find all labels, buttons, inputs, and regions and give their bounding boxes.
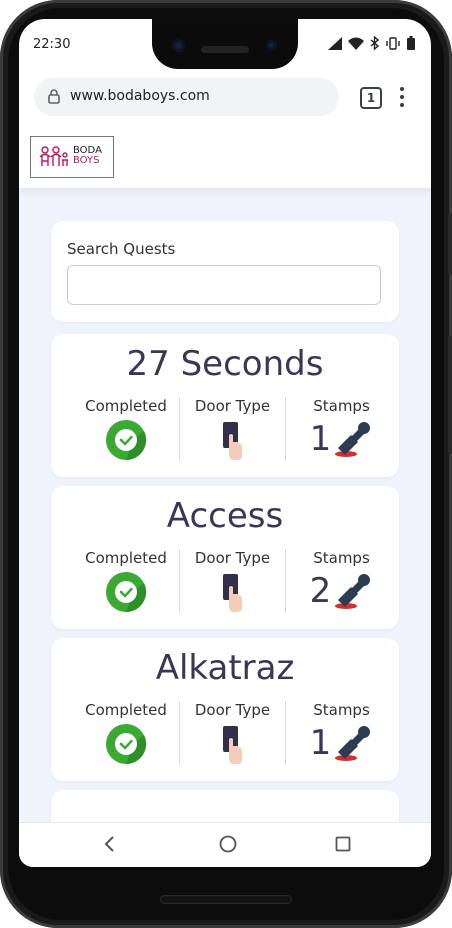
vibrate-icon xyxy=(386,36,400,50)
screen: 22:30 www.bodaboys.com 1 BODA BOYS Searc… xyxy=(19,19,431,867)
recents-icon[interactable] xyxy=(335,835,351,853)
bluetooth-icon xyxy=(370,36,379,50)
search-label: Search Quests xyxy=(67,240,176,258)
stamp-icon xyxy=(335,726,371,761)
stamps-row: 1 xyxy=(284,419,399,459)
completed-check-icon xyxy=(106,724,147,765)
completed-check-icon xyxy=(106,572,147,613)
stamps-column: Stamps 1 xyxy=(284,397,399,461)
quest-card[interactable]: Access Completed Door Type Stamps 2 xyxy=(51,486,399,629)
stamps-count: 1 xyxy=(309,723,332,763)
door-type-label: Door Type xyxy=(194,701,271,719)
browser-toolbar: www.bodaboys.com 1 xyxy=(19,67,431,122)
site-header: BODA BOYS xyxy=(19,122,431,188)
home-icon[interactable] xyxy=(219,835,237,853)
completed-label: Completed xyxy=(85,549,167,567)
stamps-row: 1 xyxy=(284,723,399,763)
quest-list: Search Quests 27 Seconds Completed Door … xyxy=(19,188,431,822)
completed-check-icon xyxy=(106,420,147,461)
front-camera-icon xyxy=(172,39,185,52)
stamps-column: Stamps 2 xyxy=(284,549,399,613)
quest-card[interactable]: 27 Seconds Completed Door Type Stamps 1 xyxy=(51,334,399,477)
logo-line-2: BOYS xyxy=(73,155,100,166)
stamps-label: Stamps xyxy=(313,397,370,415)
earpiece-speaker xyxy=(201,46,249,53)
search-card: Search Quests xyxy=(51,221,399,322)
stamps-row: 2 xyxy=(284,571,399,611)
door-type-column: Door Type xyxy=(179,397,286,461)
camera-notch xyxy=(152,19,298,69)
address-bar[interactable]: www.bodaboys.com xyxy=(34,78,339,116)
door-hand-icon xyxy=(222,574,242,612)
quest-title: Access xyxy=(166,496,284,536)
stamps-label: Stamps xyxy=(313,701,370,719)
door-type-label: Door Type xyxy=(194,397,271,415)
quest-card-partial[interactable] xyxy=(51,790,399,822)
door-type-column: Door Type xyxy=(179,701,286,765)
stamps-count: 1 xyxy=(309,419,332,459)
door-hand-icon xyxy=(222,422,242,460)
completed-column: Completed xyxy=(73,549,179,613)
status-time: 22:30 xyxy=(33,37,71,52)
lock-icon xyxy=(48,89,60,104)
door-type-column: Door Type xyxy=(179,549,286,613)
signal-icon xyxy=(328,36,342,50)
menu-dots-icon[interactable] xyxy=(400,87,404,111)
battery-icon xyxy=(407,36,415,50)
stamps-column: Stamps 1 xyxy=(284,701,399,765)
stamps-count: 2 xyxy=(309,571,332,611)
stamp-icon xyxy=(335,422,371,457)
status-icons xyxy=(328,36,415,50)
completed-column: Completed xyxy=(73,701,179,765)
door-type-label: Door Type xyxy=(194,549,271,567)
bottom-speaker-grille xyxy=(160,895,292,904)
completed-label: Completed xyxy=(85,397,167,415)
site-logo[interactable]: BODA BOYS xyxy=(30,136,114,178)
power-button xyxy=(448,213,452,275)
completed-label: Completed xyxy=(85,701,167,719)
quest-title: Alkatraz xyxy=(155,648,295,688)
door-hand-icon xyxy=(222,726,242,764)
volume-button xyxy=(448,336,452,454)
quest-title: 27 Seconds xyxy=(126,344,324,384)
completed-column: Completed xyxy=(73,397,179,461)
wifi-icon xyxy=(348,37,364,50)
logo-wordmark: BODA BOYS xyxy=(73,146,102,166)
stamp-icon xyxy=(335,574,371,609)
tab-switcher-button[interactable]: 1 xyxy=(360,87,382,109)
search-input[interactable] xyxy=(67,265,381,305)
back-icon[interactable] xyxy=(103,835,117,853)
url-text: www.bodaboys.com xyxy=(70,88,210,104)
android-nav-bar xyxy=(19,822,431,867)
quest-card[interactable]: Alkatraz Completed Door Type Stamps 1 xyxy=(51,638,399,781)
stamps-label: Stamps xyxy=(313,549,370,567)
front-sensor-icon xyxy=(266,40,277,51)
boda-boys-logo-icon xyxy=(39,146,68,166)
